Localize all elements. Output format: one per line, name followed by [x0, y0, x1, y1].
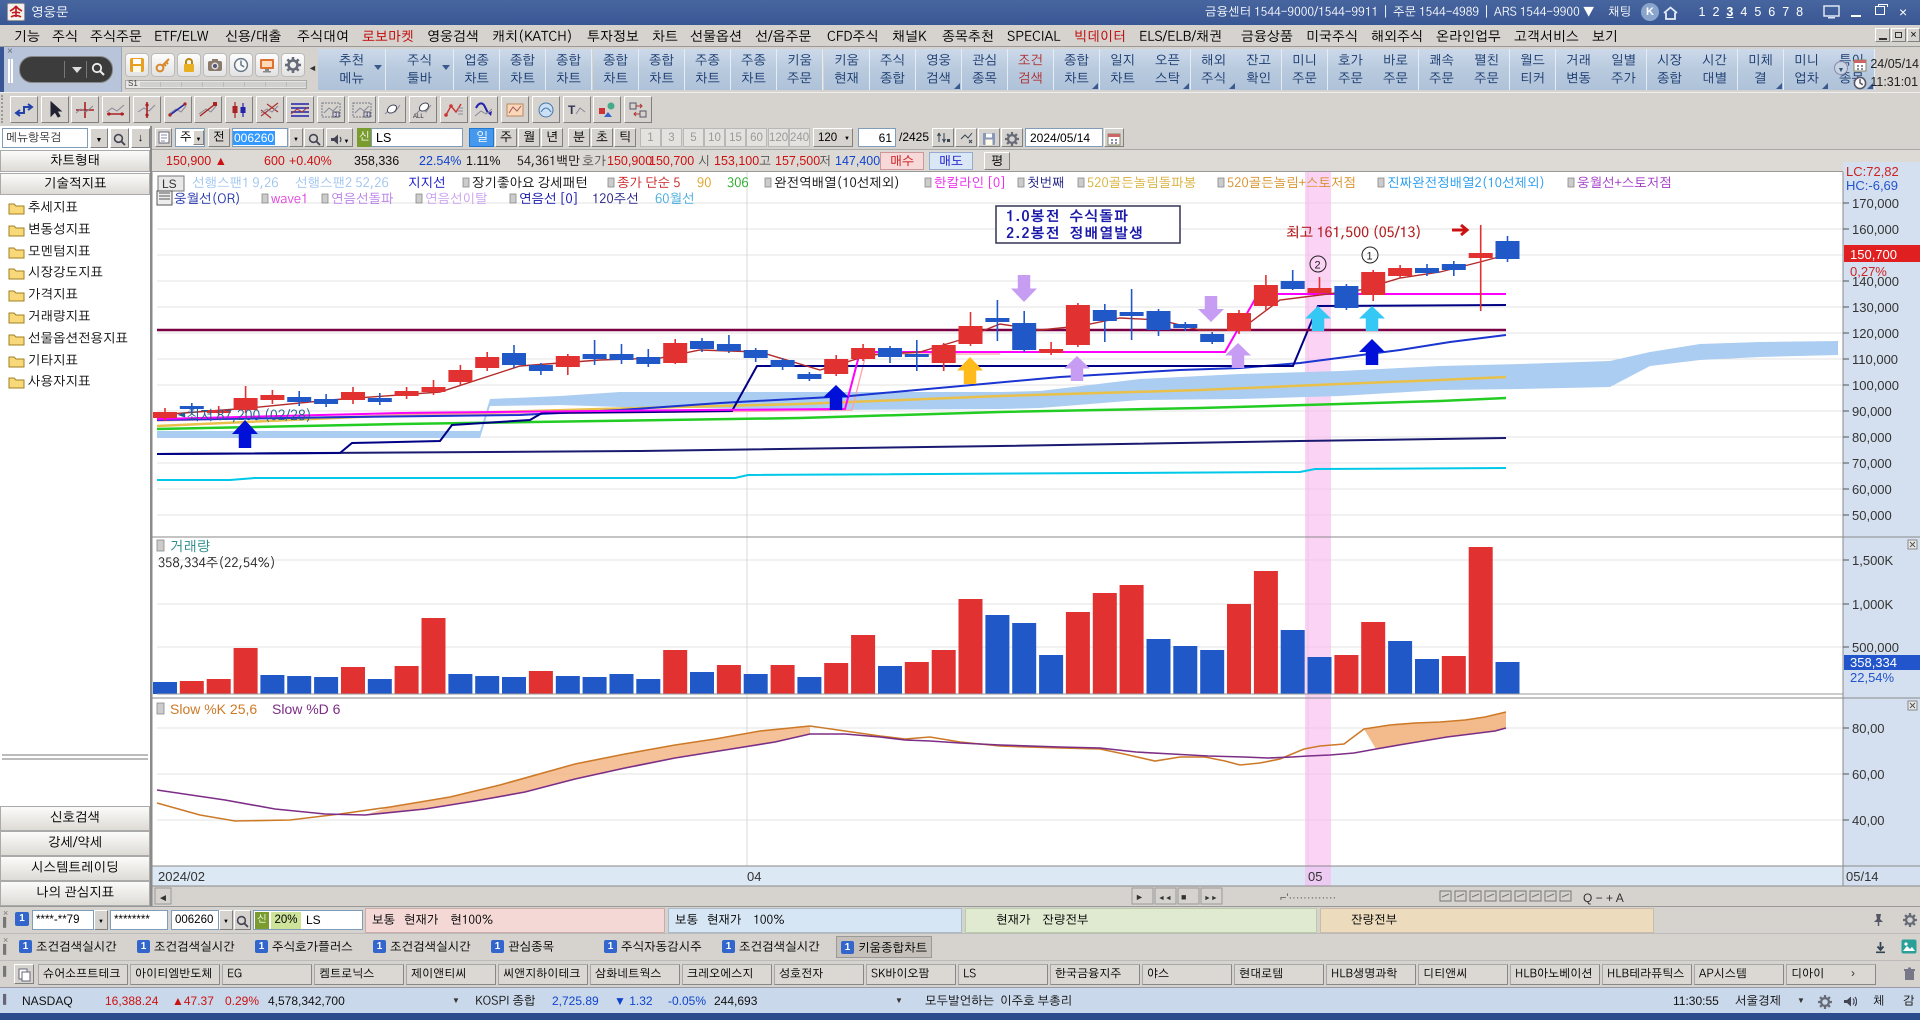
svg-text:22,54%: 22,54% — [1850, 670, 1895, 685]
svg-text:500,000: 500,000 — [1852, 640, 1899, 655]
svg-text:►►: ►► — [1204, 895, 1218, 902]
svg-text:2: 2 — [1315, 260, 1321, 272]
svg-text:60,000: 60,000 — [1852, 482, 1892, 497]
svg-text:1,500K: 1,500K — [1852, 553, 1894, 568]
svg-text:100,000: 100,000 — [1852, 378, 1899, 393]
svg-text:LS: LS — [162, 177, 177, 191]
svg-text:170,000: 170,000 — [1852, 196, 1899, 211]
svg-text:0,27%: 0,27% — [1850, 264, 1887, 279]
svg-text:◄: ◄ — [158, 893, 168, 904]
svg-text:05: 05 — [1308, 869, 1322, 884]
svg-text:HC:-6,69: HC:-6,69 — [1846, 178, 1898, 193]
svg-text:Q − + A: Q − + A — [1583, 891, 1624, 905]
svg-text:►: ► — [1135, 892, 1144, 902]
svg-text:80,00: 80,00 — [1852, 721, 1885, 736]
svg-text:Slow %K 25,6: Slow %K 25,6 — [170, 701, 257, 717]
svg-text:40,00: 40,00 — [1852, 813, 1885, 828]
svg-text:Slow %D 6: Slow %D 6 — [272, 701, 341, 717]
svg-text:LC:72,82: LC:72,82 — [1846, 164, 1899, 179]
svg-text:1,000K: 1,000K — [1852, 597, 1894, 612]
svg-text:⌐'·············: ⌐'············· — [1280, 892, 1336, 904]
svg-text:1: 1 — [1367, 251, 1373, 263]
svg-text:04: 04 — [747, 869, 761, 884]
svg-text:110,000: 110,000 — [1852, 352, 1898, 367]
svg-text:70,000: 70,000 — [1852, 456, 1892, 471]
svg-text:150,700: 150,700 — [1850, 247, 1897, 262]
svg-text:◄◄: ◄◄ — [1158, 895, 1172, 902]
svg-text:ALL: ALL — [413, 114, 424, 120]
svg-text:T: T — [568, 103, 576, 117]
svg-text:80,000: 80,000 — [1852, 430, 1892, 445]
svg-text:■: ■ — [1181, 892, 1186, 902]
svg-text:50,000: 50,000 — [1852, 508, 1892, 523]
svg-text:120,000: 120,000 — [1852, 326, 1899, 341]
svg-text:2024/02: 2024/02 — [158, 869, 205, 884]
svg-text:130,000: 130,000 — [1852, 300, 1899, 315]
svg-text:160,000: 160,000 — [1852, 222, 1899, 237]
svg-text:4: 4 — [366, 113, 369, 119]
svg-text:3: 3 — [335, 113, 338, 119]
svg-text:05/14: 05/14 — [1846, 869, 1879, 884]
svg-text:358,334: 358,334 — [1850, 655, 1897, 670]
svg-text:60,00: 60,00 — [1852, 767, 1885, 782]
svg-text:90,000: 90,000 — [1852, 404, 1892, 419]
